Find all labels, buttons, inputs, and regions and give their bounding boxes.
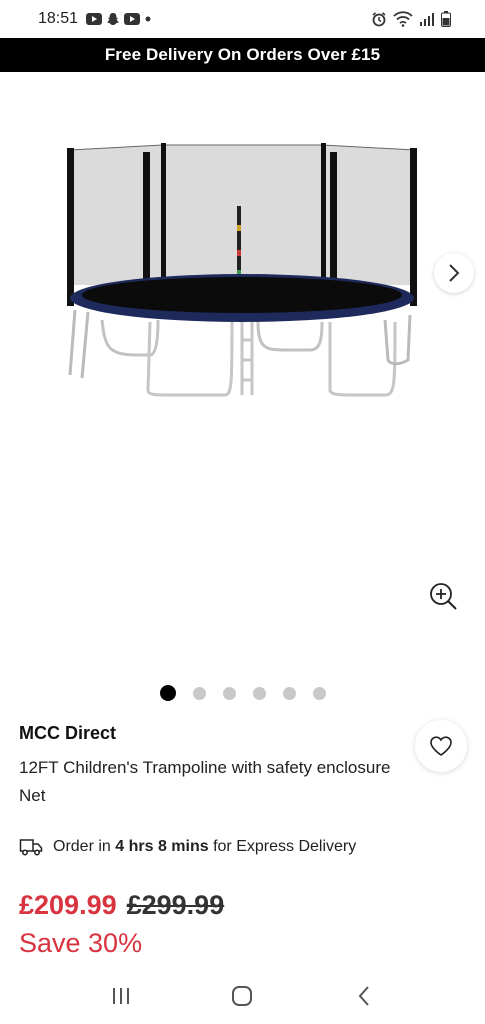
home-icon [232,986,253,1006]
youtube-icon [124,13,141,25]
back-button[interactable] [344,976,384,1016]
promo-banner-text: Free Delivery On Orders Over £15 [104,45,381,64]
alarm-icon [372,12,386,27]
snapchat-icon [107,13,120,25]
signal-icon [420,13,434,26]
youtube-icon [86,13,103,25]
status-notification-icons [86,12,152,26]
delivery-text: Order in 4 hrs 8 mins for Express Delive… [53,838,356,856]
heart-icon [430,736,452,756]
recent-apps-icon [112,988,129,1004]
gallery-dot[interactable] [159,685,176,701]
gallery-dot[interactable] [312,686,326,700]
system-navigation-bar [0,968,485,1024]
battery-icon [441,11,451,27]
delivery-info: Order in 4 hrs 8 mins for Express Delive… [19,838,356,856]
notification-dot-icon [145,16,151,22]
product-brand[interactable]: MCC Direct [19,723,116,744]
delivery-time: 4 hrs 8 mins [115,838,209,855]
gallery-pagination [0,683,485,703]
current-price: £209.99 [19,890,117,920]
wishlist-button[interactable] [415,720,467,772]
zoom-button[interactable] [425,578,461,614]
price-block: £209.99 £299.99 [19,890,224,921]
zoom-in-icon [430,583,457,610]
status-time: 18:51 [38,10,79,27]
gallery-dot[interactable] [192,686,206,700]
delivery-prefix: Order in [53,838,111,855]
wifi-icon [393,11,413,27]
delivery-truck-icon [19,839,43,856]
savings-label: Save 30% [19,928,143,958]
product-image[interactable] [30,110,460,410]
status-bar: 18:51 [0,0,485,38]
status-left: 18:51 [38,10,152,28]
status-right [371,11,451,27]
next-image-button[interactable] [434,253,474,293]
product-title: 12FT Children's Trampoline with safety e… [19,758,391,805]
promo-banner[interactable]: Free Delivery On Orders Over £15 [0,38,485,72]
delivery-suffix: for Express Delivery [213,838,357,855]
gallery-dot[interactable] [222,686,236,700]
back-icon [358,986,369,1006]
recent-apps-button[interactable] [101,976,141,1016]
original-price: £299.99 [126,890,225,920]
gallery-dot[interactable] [282,686,296,700]
gallery-dot[interactable] [252,686,266,700]
chevron-right-icon [449,264,460,282]
home-button[interactable] [222,976,262,1016]
